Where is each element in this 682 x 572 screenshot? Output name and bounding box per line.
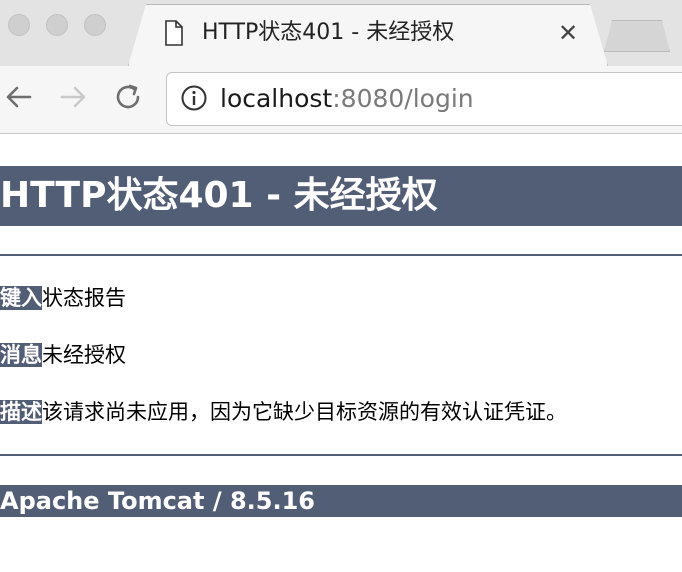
url-text[interactable]: localhost:8080/login (220, 82, 474, 116)
tab-title: HTTP状态401 - 未经授权 (202, 20, 455, 45)
type-label: 键入 (0, 286, 42, 310)
divider-bottom (0, 454, 682, 456)
info-icon[interactable] (180, 84, 208, 112)
url-host: localhost (220, 84, 333, 113)
forward-arrow-icon[interactable] (58, 82, 88, 112)
message-label: 消息 (0, 343, 42, 367)
page-title: HTTP状态401 - 未经授权 (0, 166, 682, 226)
status-type-row: 键入状态报告 (0, 284, 126, 312)
window-close-control[interactable] (8, 14, 30, 36)
window-zoom-control[interactable] (84, 14, 106, 36)
reload-icon[interactable] (114, 82, 144, 112)
description-row: 描述该请求尚未应用，因为它缺少目标资源的有效认证凭证。 (0, 398, 567, 426)
type-value: 状态报告 (42, 286, 126, 310)
message-value: 未经授权 (42, 343, 126, 367)
description-value: 该请求尚未应用，因为它缺少目标资源的有效认证凭证。 (42, 400, 567, 424)
new-tab-button[interactable] (604, 20, 670, 52)
close-tab-icon[interactable]: ✕ (558, 20, 578, 46)
url-path: :8080/login (332, 84, 474, 113)
description-label: 描述 (0, 400, 42, 424)
document-icon (165, 20, 183, 46)
message-row: 消息未经授权 (0, 341, 126, 369)
server-footer: Apache Tomcat / 8.5.16 (0, 485, 682, 517)
divider-top (0, 254, 682, 256)
window-minimize-control[interactable] (46, 14, 68, 36)
back-arrow-icon[interactable] (4, 82, 34, 112)
